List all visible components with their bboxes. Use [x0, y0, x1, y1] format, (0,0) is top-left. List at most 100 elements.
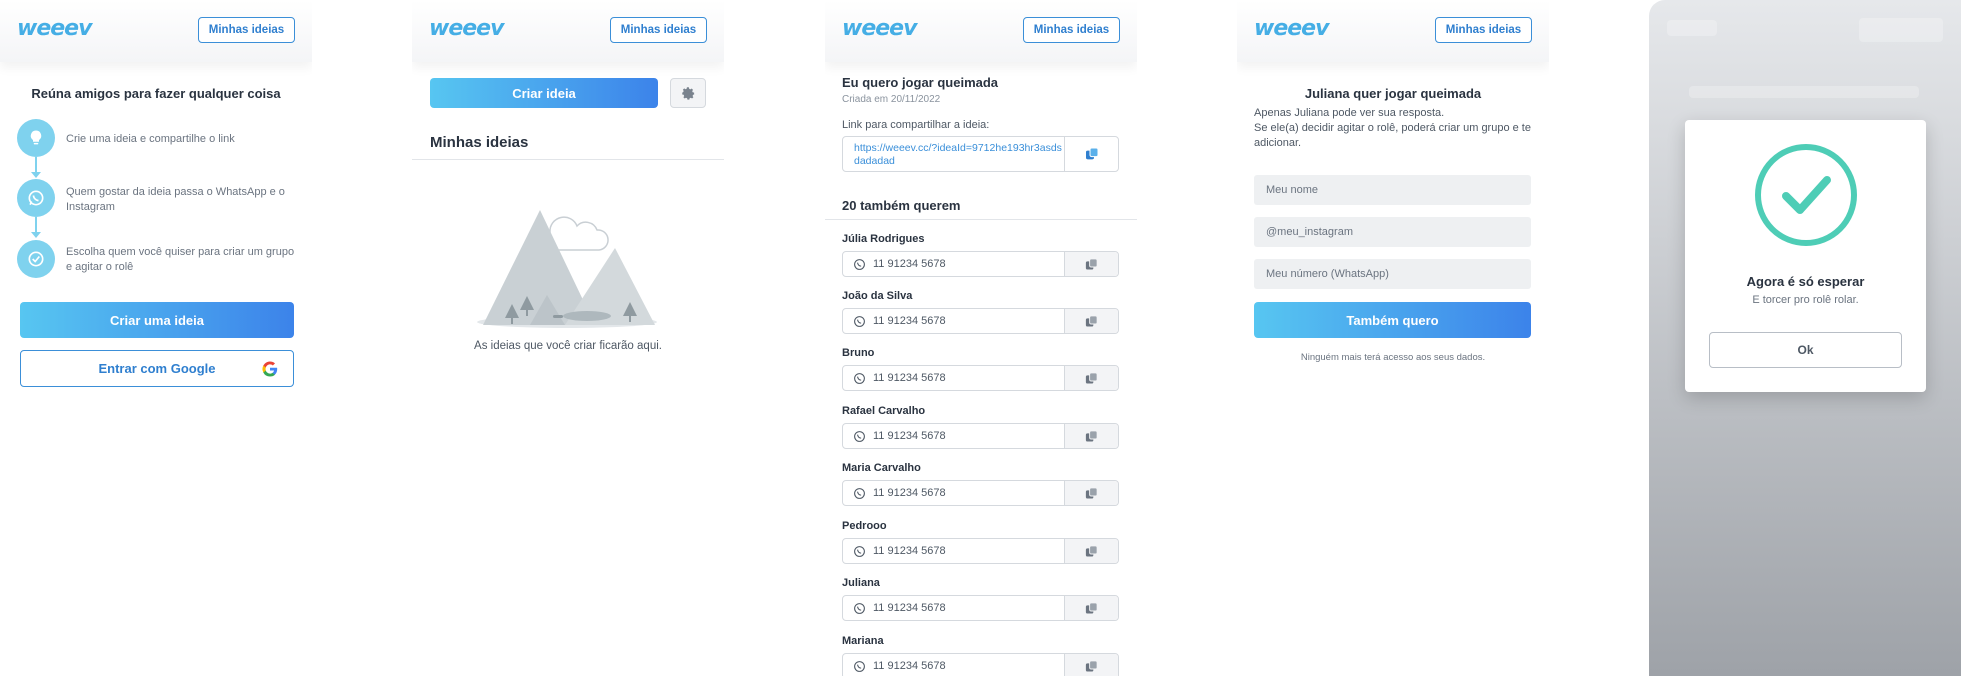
create-idea-button[interactable]: Criar ideia: [430, 78, 658, 108]
created-date: Criada em 20/11/2022: [842, 94, 941, 105]
person-name: Rafael Carvalho: [842, 405, 926, 417]
logo[interactable]: weeev: [842, 16, 917, 41]
header: weeev Minhas ideias: [412, 0, 724, 62]
lightbulb-icon: [17, 119, 55, 157]
google-button-label: Entrar com Google: [98, 361, 216, 376]
share-link-box: https://weeev.cc/?ideaId=9712he193hr3asd…: [842, 136, 1119, 172]
screen-join-idea: weeev Minhas ideias Juliana quer jogar q…: [1237, 0, 1549, 676]
privacy-note: Ninguém mais terá acesso aos seus dados.: [1300, 352, 1486, 363]
name-field[interactable]: Meu nome: [1254, 175, 1531, 205]
phone-field: 11 91234 5678: [842, 653, 1119, 676]
person-name: Bruno: [842, 347, 875, 359]
phone-number[interactable]: 11 91234 5678: [873, 660, 946, 672]
person-name: Mariana: [842, 635, 884, 647]
phone-number[interactable]: 11 91234 5678: [873, 545, 946, 557]
whatsapp-icon: [854, 488, 865, 499]
copy-phone-button[interactable]: [1064, 366, 1118, 390]
step-arrow: [31, 172, 41, 178]
copy-icon: [1085, 314, 1098, 326]
step-text: Crie uma ideia e compartilhe o link: [66, 133, 235, 145]
whatsapp-field[interactable]: Meu número (WhatsApp): [1254, 259, 1531, 289]
page-title: Juliana quer jogar queimada: [1304, 86, 1482, 101]
person-name: Júlia Rodrigues: [842, 233, 925, 245]
phone-field: 11 91234 5678: [842, 480, 1119, 506]
copy-phone-button[interactable]: [1064, 424, 1118, 448]
copy-phone-button[interactable]: [1064, 481, 1118, 505]
logo[interactable]: weeev: [17, 16, 92, 41]
gear-icon: [681, 86, 694, 100]
empty-state-text: As ideias que você criar ficarão aqui.: [474, 340, 662, 352]
my-ideas-button[interactable]: Minhas ideias: [198, 17, 295, 43]
screen-my-ideas: weeev Minhas ideias Criar ideia Minhas i…: [412, 0, 724, 676]
ok-button[interactable]: Ok: [1709, 332, 1902, 368]
copy-icon: [1085, 371, 1098, 383]
share-link[interactable]: https://weeev.cc/?ideaId=9712he193hr3asd…: [854, 142, 1064, 168]
person-name: Maria Carvalho: [842, 462, 921, 474]
copy-icon: [1085, 601, 1098, 613]
submit-button[interactable]: Também quero: [1254, 302, 1531, 338]
whatsapp-icon: [17, 179, 55, 217]
success-modal: Agora é só esperar E torcer pro rolê rol…: [1685, 120, 1926, 392]
screen-success-modal: Agora é só esperar E torcer pro rolê rol…: [1649, 0, 1961, 676]
header: weeev Minhas ideias: [825, 0, 1137, 62]
divider: [825, 219, 1137, 220]
blurred-button: [1859, 18, 1943, 42]
phone-number[interactable]: 11 91234 5678: [873, 372, 946, 384]
person-name: Juliana: [842, 577, 880, 589]
phone-field: 11 91234 5678: [842, 365, 1119, 391]
settings-button[interactable]: [670, 78, 706, 108]
check-circle-icon: [1755, 144, 1857, 246]
google-login-button[interactable]: Entrar com Google: [20, 350, 294, 387]
copy-link-button[interactable]: [1064, 137, 1118, 171]
copy-phone-button[interactable]: [1064, 252, 1118, 276]
share-label: Link para compartilhar a ideia:: [842, 119, 990, 131]
step-text: Escolha quem você quiser para criar um g…: [66, 246, 295, 273]
modal-subtitle: E torcer pro rolê rolar.: [1752, 294, 1859, 306]
copy-phone-button[interactable]: [1064, 539, 1118, 563]
copy-phone-button[interactable]: [1064, 596, 1118, 620]
step-connector: [35, 157, 37, 173]
step-arrow: [31, 232, 41, 238]
whatsapp-icon: [854, 661, 865, 672]
phone-number[interactable]: 11 91234 5678: [873, 430, 946, 442]
my-ideas-button[interactable]: Minhas ideias: [1023, 17, 1120, 43]
google-icon: [262, 361, 278, 377]
step-text: Quem gostar da ideia passa o WhatsApp e …: [66, 186, 285, 213]
section-title: Minhas ideias: [430, 134, 529, 151]
logo[interactable]: weeev: [1254, 16, 1329, 41]
whatsapp-icon: [854, 259, 865, 270]
description-line: Se ele(a) decidir agitar o rolê, poderá …: [1254, 122, 1531, 149]
copy-icon: [1085, 147, 1098, 160]
whatsapp-icon: [854, 316, 865, 327]
create-idea-button[interactable]: Criar uma ideia: [20, 302, 294, 338]
phone-field: 11 91234 5678: [842, 595, 1119, 621]
description: Apenas Juliana pode ver sua resposta. Se…: [1254, 106, 1539, 151]
whatsapp-icon: [854, 546, 865, 557]
whatsapp-icon: [854, 373, 865, 384]
phone-field: 11 91234 5678: [842, 538, 1119, 564]
phone-field: 11 91234 5678: [842, 251, 1119, 277]
copy-icon: [1085, 429, 1098, 441]
phone-number[interactable]: 11 91234 5678: [873, 602, 946, 614]
phone-number[interactable]: 11 91234 5678: [873, 315, 946, 327]
idea-title: Eu quero jogar queimada: [842, 75, 999, 90]
blurred-logo: [1667, 20, 1717, 36]
copy-phone-button[interactable]: [1064, 309, 1118, 333]
step-connector: [35, 217, 37, 233]
phone-number[interactable]: 11 91234 5678: [873, 487, 946, 499]
header: weeev Minhas ideias: [0, 0, 312, 62]
phone-number[interactable]: 11 91234 5678: [873, 258, 946, 270]
screen-home: weeev Minhas ideias Reúna amigos para fa…: [0, 0, 312, 676]
interested-count: 20 também querem: [842, 198, 961, 213]
screen-idea-detail: weeev Minhas ideias Eu quero jogar queim…: [825, 0, 1137, 676]
instagram-field[interactable]: @meu_instagram: [1254, 217, 1531, 247]
modal-title: Agora é só esperar: [1746, 274, 1865, 289]
my-ideas-button[interactable]: Minhas ideias: [1435, 17, 1532, 43]
description-line: Apenas Juliana pode ver sua resposta.: [1254, 107, 1445, 119]
phone-field: 11 91234 5678: [842, 423, 1119, 449]
logo[interactable]: weeev: [429, 16, 504, 41]
copy-icon: [1085, 486, 1098, 498]
person-name: Pedrooo: [842, 520, 887, 532]
copy-phone-button[interactable]: [1064, 654, 1118, 676]
my-ideas-button[interactable]: Minhas ideias: [610, 17, 707, 43]
